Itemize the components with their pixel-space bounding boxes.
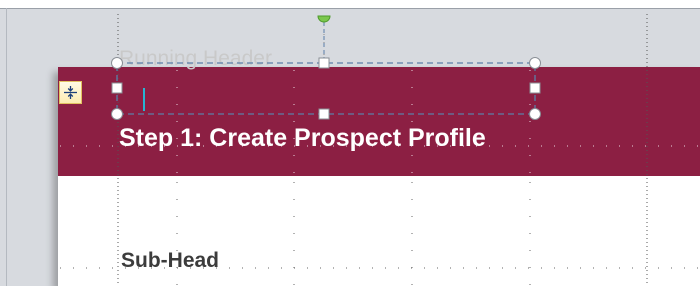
collapse-arrows-glyph xyxy=(64,86,77,99)
ruler-strip xyxy=(0,0,700,8)
title-banner xyxy=(58,67,700,176)
handle-middle-right[interactable] xyxy=(529,82,541,94)
collapse-arrows-icon[interactable] xyxy=(59,81,82,104)
handle-bottom-right[interactable] xyxy=(529,108,541,120)
handle-top-middle[interactable] xyxy=(318,57,330,69)
handle-bottom-middle[interactable] xyxy=(318,108,330,120)
handle-bottom-left[interactable] xyxy=(111,108,123,120)
text-cursor xyxy=(143,88,145,111)
slide-title[interactable]: Step 1: Create Prospect Profile xyxy=(119,124,486,153)
handle-middle-left[interactable] xyxy=(111,82,123,94)
running-header-text[interactable]: Running Header xyxy=(119,47,272,71)
handle-top-right[interactable] xyxy=(529,57,541,69)
workspace-left-border xyxy=(6,8,7,286)
sub-head-text[interactable]: Sub-Head xyxy=(121,249,219,273)
workspace-top-border xyxy=(0,8,700,9)
handle-top-left[interactable] xyxy=(111,57,123,69)
